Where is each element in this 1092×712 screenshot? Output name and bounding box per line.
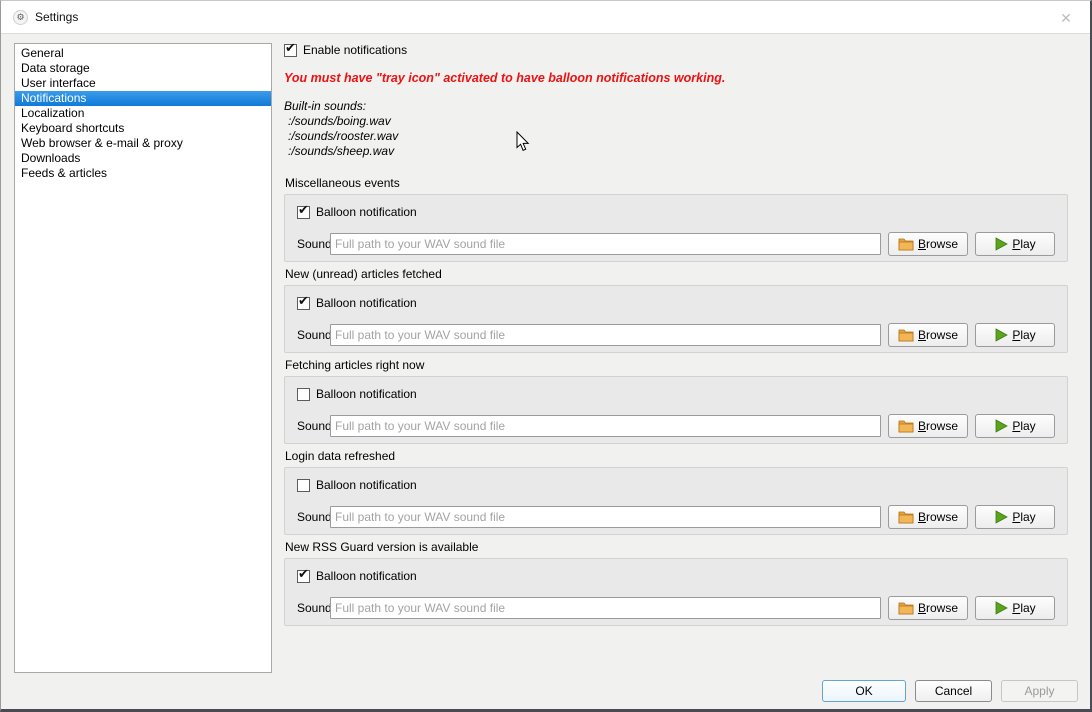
play-button[interactable]: Play	[975, 414, 1055, 438]
title-bar: ⚙ Settings ✕	[1, 1, 1090, 34]
play-button-label: Play	[1012, 328, 1035, 342]
section-panel: ✔ Balloon notification Sound Browse Play	[284, 558, 1068, 626]
section-title: Login data refreshed	[285, 450, 1068, 463]
browse-button-label: Browse	[918, 601, 958, 615]
sidebar-item-user-interface[interactable]: User interface	[15, 76, 271, 91]
play-button-label: Play	[1012, 237, 1035, 251]
sidebar-item-general[interactable]: General	[15, 46, 271, 61]
enable-notifications-checkbox[interactable]: ✔	[284, 44, 297, 57]
balloon-notification-checkbox[interactable]: ✔	[297, 479, 310, 492]
checkmark-icon: ✔	[298, 293, 309, 309]
play-button-label: Play	[1012, 510, 1035, 524]
builtin-sound-path: :/sounds/boing.wav	[284, 114, 1069, 129]
section-new-articles-fetched: New (unread) articles fetched ✔ Balloon …	[284, 268, 1069, 353]
browse-button[interactable]: Browse	[888, 232, 968, 256]
balloon-notification-label: Balloon notification	[316, 296, 417, 310]
settings-dialog: ⚙ Settings ✕ General Data storage User i…	[0, 0, 1092, 712]
sidebar-item-data-storage[interactable]: Data storage	[15, 61, 271, 76]
sound-label: Sound	[297, 328, 330, 342]
balloon-notification-checkbox[interactable]: ✔	[297, 206, 310, 219]
ok-button[interactable]: OK	[822, 680, 906, 702]
play-button[interactable]: Play	[975, 232, 1055, 256]
browse-button[interactable]: Browse	[888, 505, 968, 529]
builtin-sound-path: :/sounds/sheep.wav	[284, 144, 1069, 159]
cancel-button[interactable]: Cancel	[915, 680, 992, 702]
browse-button-label: Browse	[918, 419, 958, 433]
sound-label: Sound	[297, 510, 330, 524]
builtin-sounds-title: Built-in sounds:	[284, 99, 1069, 114]
play-button[interactable]: Play	[975, 323, 1055, 347]
play-icon	[994, 237, 1008, 251]
balloon-notification-label: Balloon notification	[316, 569, 417, 583]
section-panel: ✔ Balloon notification Sound Browse Play	[284, 376, 1068, 444]
browse-button-label: Browse	[918, 328, 958, 342]
builtin-sound-path: :/sounds/rooster.wav	[284, 129, 1069, 144]
balloon-notification-checkbox[interactable]: ✔	[297, 297, 310, 310]
tray-icon-warning: You must have "tray icon" activated to h…	[284, 71, 1069, 85]
sound-path-input[interactable]	[330, 506, 881, 528]
sidebar-item-web-browser-email-proxy[interactable]: Web browser & e-mail & proxy	[15, 136, 271, 151]
play-icon	[994, 328, 1008, 342]
balloon-notification-label: Balloon notification	[316, 205, 417, 219]
play-button-label: Play	[1012, 601, 1035, 615]
play-button-label: Play	[1012, 419, 1035, 433]
play-button[interactable]: Play	[975, 596, 1055, 620]
section-panel: ✔ Balloon notification Sound Browse Play	[284, 467, 1068, 535]
section-fetching-articles: Fetching articles right now ✔ Balloon no…	[284, 359, 1069, 444]
section-title: Miscellaneous events	[285, 177, 1068, 190]
apply-button[interactable]: Apply	[1001, 680, 1078, 702]
section-title: Fetching articles right now	[285, 359, 1068, 372]
section-panel: ✔ Balloon notification Sound Browse Play	[284, 194, 1068, 262]
sidebar-item-feeds-articles[interactable]: Feeds & articles	[15, 166, 271, 181]
section-new-version-available: New RSS Guard version is available ✔ Bal…	[284, 541, 1069, 626]
section-title: New (unread) articles fetched	[285, 268, 1068, 281]
balloon-notification-checkbox[interactable]: ✔	[297, 570, 310, 583]
browse-button-label: Browse	[918, 237, 958, 251]
checkmark-icon: ✔	[298, 566, 309, 582]
sound-path-input[interactable]	[330, 324, 881, 346]
browse-button-label: Browse	[918, 510, 958, 524]
sound-label: Sound	[297, 419, 330, 433]
window-title: Settings	[35, 10, 78, 24]
play-icon	[994, 419, 1008, 433]
play-icon	[994, 510, 1008, 524]
close-icon[interactable]: ✕	[1055, 8, 1077, 28]
sidebar-item-notifications[interactable]: Notifications	[15, 91, 271, 106]
section-title: New RSS Guard version is available	[285, 541, 1068, 554]
section-login-data-refreshed: Login data refreshed ✔ Balloon notificat…	[284, 450, 1069, 535]
browse-button[interactable]: Browse	[888, 323, 968, 347]
sound-label: Sound	[297, 237, 330, 251]
browse-button[interactable]: Browse	[888, 414, 968, 438]
balloon-notification-checkbox[interactable]: ✔	[297, 388, 310, 401]
sidebar-item-localization[interactable]: Localization	[15, 106, 271, 121]
balloon-notification-label: Balloon notification	[316, 387, 417, 401]
event-sections: Miscellaneous events ✔ Balloon notificat…	[284, 177, 1069, 626]
sound-label: Sound	[297, 601, 330, 615]
notifications-page: ✔ Enable notifications You must have "tr…	[284, 43, 1069, 632]
folder-icon	[898, 237, 914, 251]
folder-icon	[898, 328, 914, 342]
dialog-footer: OK Cancel Apply	[1, 680, 1090, 704]
sidebar-item-downloads[interactable]: Downloads	[15, 151, 271, 166]
folder-icon	[898, 419, 914, 433]
section-panel: ✔ Balloon notification Sound Browse Play	[284, 285, 1068, 353]
sound-path-input[interactable]	[330, 415, 881, 437]
checkmark-icon: ✔	[285, 40, 296, 56]
enable-notifications-row: ✔ Enable notifications	[284, 43, 1069, 57]
settings-category-list: General Data storage User interface Noti…	[14, 43, 272, 673]
builtin-sounds-block: Built-in sounds: :/sounds/boing.wav :/so…	[284, 99, 1069, 159]
folder-icon	[898, 510, 914, 524]
sidebar-item-keyboard-shortcuts[interactable]: Keyboard shortcuts	[15, 121, 271, 136]
play-button[interactable]: Play	[975, 505, 1055, 529]
enable-notifications-label: Enable notifications	[303, 43, 407, 57]
sound-path-input[interactable]	[330, 597, 881, 619]
sound-path-input[interactable]	[330, 233, 881, 255]
balloon-notification-label: Balloon notification	[316, 478, 417, 492]
play-icon	[994, 601, 1008, 615]
folder-icon	[898, 601, 914, 615]
section-miscellaneous-events: Miscellaneous events ✔ Balloon notificat…	[284, 177, 1069, 262]
browse-button[interactable]: Browse	[888, 596, 968, 620]
settings-gear-icon: ⚙	[13, 10, 28, 25]
checkmark-icon: ✔	[298, 202, 309, 218]
